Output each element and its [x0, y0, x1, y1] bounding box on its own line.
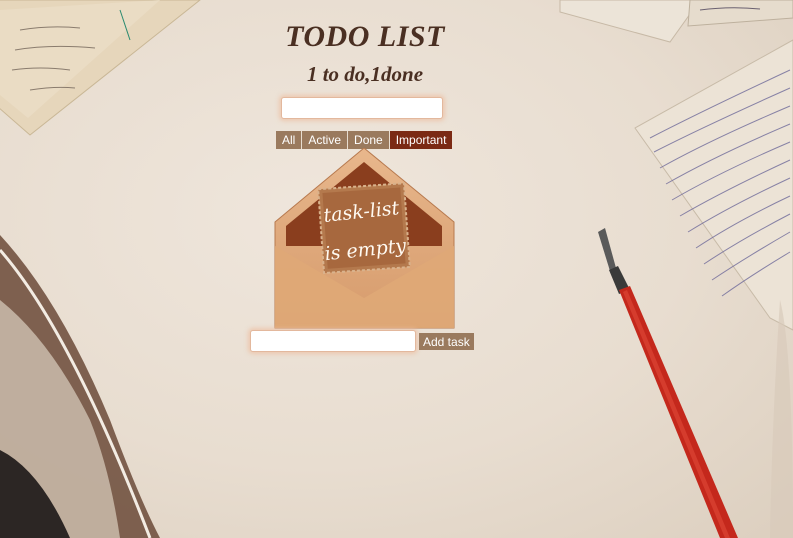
quill-feather-icon [0, 235, 160, 538]
filter-important-button[interactable]: Important [389, 131, 453, 149]
filter-done-button[interactable]: Done [348, 131, 390, 149]
search-input[interactable] [281, 97, 443, 119]
filter-active-button[interactable]: Active [302, 131, 349, 149]
feather-right [770, 300, 793, 538]
add-task-button[interactable]: Add task [419, 333, 474, 350]
dip-pen-icon [598, 228, 738, 538]
task-summary: 1 to do,1done [306, 62, 424, 86]
filter-bar: All Active Done Important [276, 131, 453, 149]
new-task-input[interactable] [250, 330, 416, 352]
envelope-icon: task-list is empty [274, 148, 455, 329]
page-title: TODO LIST [285, 20, 445, 53]
filter-all-button[interactable]: All [276, 131, 303, 149]
